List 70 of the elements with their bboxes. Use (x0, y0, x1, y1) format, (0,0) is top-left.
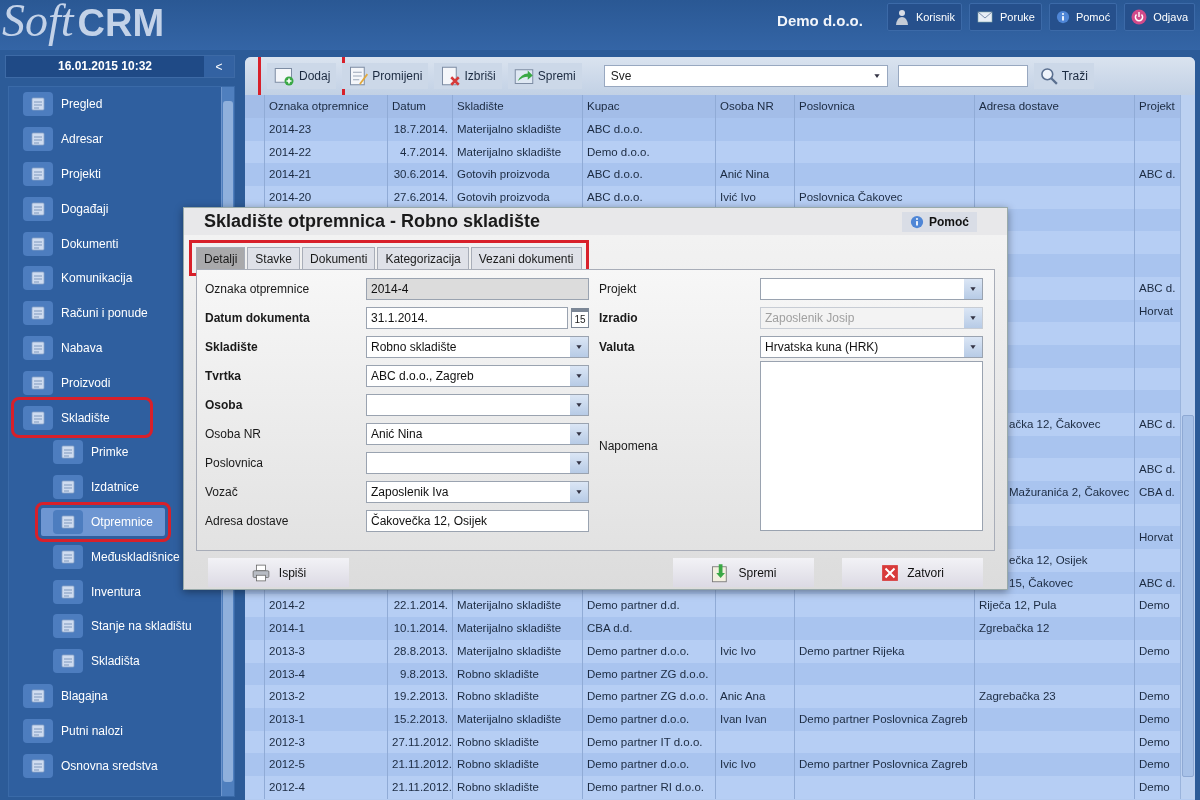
table-cell: 21.11.2012. (388, 775, 453, 799)
table-cell-text: Demo (1138, 734, 1171, 750)
field-label: Poslovnica (205, 455, 265, 470)
table-cell-text: Demo (1138, 757, 1171, 773)
table-cell: Robno skladište (453, 685, 583, 708)
table-cell-text: ABC d. (1138, 575, 1177, 591)
table-cell-text: ABC d. (1138, 416, 1177, 432)
table-cell: 10.1.2014. (388, 617, 453, 640)
field-label: Datum dokumenta (205, 310, 311, 325)
field-label: Osoba NR (205, 426, 263, 441)
table-cell: Zagrebačka 23 (975, 685, 1135, 708)
table-cell-text: Demo (1138, 643, 1171, 659)
table-cell-text: Demo (1138, 779, 1171, 795)
field-label: Skladište (205, 339, 259, 354)
table-cell: Demo partner RI d.o.o. (583, 775, 716, 799)
table-cell-text: Horvat (1138, 303, 1174, 319)
table-cell: Demo partner ZG d.o.o. (583, 685, 716, 708)
table-cell: 2013-1 (265, 707, 388, 731)
table-cell: Zgrebačka 12 (975, 617, 1135, 640)
table-cell-text: Demo (1138, 711, 1171, 727)
table-cell: Demo partner d.o.o. (583, 753, 716, 776)
table-cell: Demo partner d.o.o. (583, 639, 716, 663)
table-cell: 19.2.2013. (388, 685, 453, 708)
field-label: Osoba (205, 397, 244, 412)
table-cell: Robno skladište (453, 753, 583, 776)
field-label: Adresa dostave (205, 513, 290, 528)
table-cell-text: Horvat (1138, 530, 1174, 546)
table-cell: 2013-3 (265, 639, 388, 663)
table-cell: Demo partner Rijeka (795, 639, 975, 663)
table-cell: Anic Ana (716, 685, 795, 708)
table-cell: 2013-2 (265, 685, 388, 708)
table-cell: 15.2.2013. (388, 707, 453, 731)
table-cell-text: Demo (1138, 689, 1171, 705)
table-cell: Materijalno skladište (453, 707, 583, 731)
table-cell: Ivan Ivan (716, 707, 795, 731)
table-cell: Materijalno skladište (453, 118, 583, 141)
table-cell: ABC d.o.o. (583, 118, 716, 141)
table-cell-text: ABC d. (1138, 280, 1177, 296)
field-label: Napomena (599, 439, 659, 453)
table-cell: 2012-5 (265, 753, 388, 776)
table-cell: Materijalno skladište (453, 617, 583, 640)
table-cell-text: ABC d. (1138, 462, 1177, 478)
table-cell: Demo partner d.o.o. (583, 707, 716, 731)
company-name: Demo d.o.o. (777, 12, 863, 29)
table-cell-text: Demo (1138, 598, 1171, 614)
table-cell: 2014-23 (265, 118, 388, 141)
table-cell: 28.8.2013. (388, 639, 453, 663)
table-cell: Ivic Ivo (716, 639, 795, 663)
field-label: Vozač (205, 484, 239, 499)
dialog-title: Skladište otpremnica - Robno skladište (204, 211, 542, 232)
date-time: 16.01.2015 10:32 (56, 58, 154, 75)
field-label: Projekt (599, 281, 638, 296)
table-cell: Robno skladište (453, 775, 583, 799)
logo-text: Soft (2, 0, 74, 44)
field-label: Valuta (599, 339, 636, 354)
table-cell: 2012-4 (265, 775, 388, 799)
table-cell: Demo partner Poslovnica Zagreb (795, 707, 975, 731)
table-cell-text: CBA d. (1138, 485, 1176, 500)
field-label: Izradio (599, 310, 639, 325)
table-cell-text: ABC d. (1138, 167, 1177, 183)
table-cell: 21.11.2012. (388, 753, 453, 776)
table-cell: CBA d.d. (583, 617, 716, 640)
field-label: Oznaka otpremnice (205, 281, 311, 296)
logo-text: CRM (77, 4, 165, 42)
field-label: Tvrtka (205, 368, 243, 383)
table-cell: Materijalno skladište (453, 639, 583, 663)
table-cell: 2014-1 (265, 617, 388, 640)
table-cell: Demo partner Poslovnica Zagreb (795, 753, 975, 776)
table-cell: 18.7.2014. (388, 118, 453, 141)
table-cell: Ivic Ivo (716, 753, 795, 776)
